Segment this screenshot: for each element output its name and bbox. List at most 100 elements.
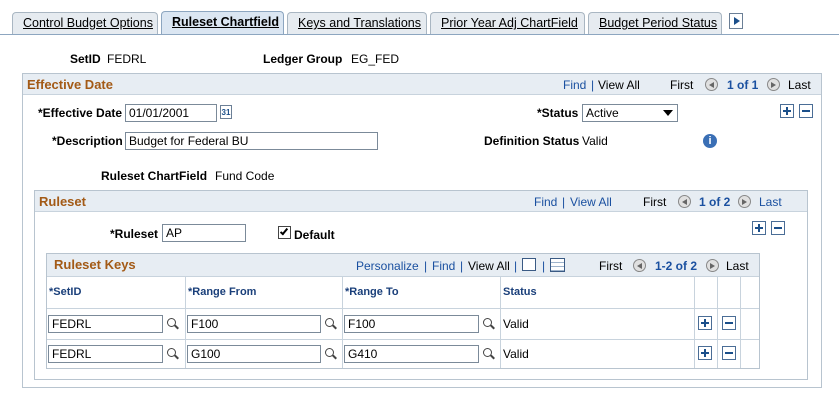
search-icon[interactable]: [166, 347, 180, 361]
nav-separator: |: [424, 259, 428, 273]
ruleset-header: Ruleset Find | View All First 1 of 2 Las…: [35, 191, 807, 212]
tab-prior-year-adj-chartfield[interactable]: Prior Year Adj ChartField: [430, 12, 585, 34]
column-header-range-from: *Range From: [188, 286, 257, 298]
calendar-icon[interactable]: 31: [220, 105, 232, 119]
tab-ruleset-chartfield[interactable]: Ruleset Chartfield: [161, 11, 284, 35]
row1-status: Valid: [503, 317, 529, 331]
column-header-setid: *SetID: [49, 286, 82, 298]
next-arrow-icon[interactable]: [706, 259, 719, 272]
ruleset-keys-last: Last: [726, 259, 749, 273]
ruleset-first: First: [643, 195, 667, 209]
tab-control-budget-options[interactable]: Control Budget Options: [12, 12, 158, 34]
row2-range-to-input[interactable]: G410: [344, 345, 479, 363]
grid-divider: [185, 277, 186, 368]
new-window-icon[interactable]: [522, 258, 536, 271]
prev-arrow-icon[interactable]: [633, 259, 646, 272]
ruleset-view-all-link[interactable]: View All: [570, 195, 612, 209]
tab-scroll-right-icon[interactable]: [729, 13, 743, 29]
row1-setid-input[interactable]: FEDRL: [48, 315, 163, 333]
add-effective-date-button[interactable]: [780, 104, 794, 118]
download-spreadsheet-icon[interactable]: [550, 258, 565, 272]
prev-arrow-icon[interactable]: [678, 195, 691, 208]
row2-setid-input[interactable]: FEDRL: [48, 345, 163, 363]
ruleset-keys-title: Ruleset Keys: [54, 257, 136, 272]
ruleset-last-link[interactable]: Last: [759, 195, 782, 209]
effective-date-input[interactable]: 01/01/2001: [125, 104, 217, 122]
tab-divider: [0, 34, 839, 35]
effective-date-view-all: View All: [598, 78, 640, 92]
grid-divider: [500, 277, 501, 368]
row1-range-to-input[interactable]: F100: [344, 315, 479, 333]
effective-date-range: 1 of 1: [727, 78, 759, 92]
add-ruleset-button[interactable]: [752, 221, 766, 235]
ruleset-chartfield-value: Fund Code: [215, 169, 275, 183]
description-label: *Description: [52, 134, 123, 148]
add-row-button[interactable]: [698, 346, 712, 360]
ruleset-title: Ruleset: [39, 194, 86, 209]
default-checkbox[interactable]: [278, 226, 291, 239]
ruleset-keys-find-link[interactable]: Find: [432, 259, 455, 273]
effective-date-find-link[interactable]: Find: [563, 78, 586, 92]
description-input[interactable]: Budget for Federal BU: [125, 132, 378, 150]
column-header-range-to: *Range To: [345, 286, 399, 298]
ruleset-keys-header: Ruleset Keys Personalize | Find | View A…: [47, 254, 759, 277]
definition-status-value: Valid: [582, 134, 608, 148]
effective-date-header: Effective Date Find | View All First 1 o…: [23, 74, 821, 95]
grid-divider: [740, 277, 741, 368]
search-icon[interactable]: [482, 317, 496, 331]
ruleset-find-link[interactable]: Find: [534, 195, 557, 209]
ledger-group-label: Ledger Group: [263, 52, 343, 66]
nav-separator: |: [460, 259, 464, 273]
chevron-down-icon: [663, 110, 673, 116]
ruleset-range: 1 of 2: [699, 195, 731, 209]
grid-divider: [47, 308, 759, 309]
default-label: Default: [294, 228, 335, 242]
nav-separator: |: [514, 259, 518, 273]
column-header-status: Status: [503, 286, 537, 298]
effective-date-last: Last: [788, 78, 811, 92]
add-row-button[interactable]: [698, 316, 712, 330]
effective-date-title: Effective Date: [27, 77, 113, 92]
ruleset-label: *Ruleset: [110, 227, 159, 241]
row2-range-from-input[interactable]: G100: [187, 345, 321, 363]
row2-status: Valid: [503, 347, 529, 361]
nav-separator: |: [542, 259, 546, 273]
ruleset-chartfield-label: Ruleset ChartField: [101, 169, 208, 183]
grid-divider: [342, 277, 343, 368]
status-label: *Status: [537, 106, 579, 120]
grid-divider: [694, 277, 695, 368]
personalize-link[interactable]: Personalize: [356, 259, 419, 273]
delete-effective-date-button[interactable]: [799, 104, 813, 118]
effective-date-label: *Effective Date: [38, 106, 123, 120]
tab-keys-and-translations[interactable]: Keys and Translations: [287, 12, 427, 34]
tab-budget-period-status[interactable]: Budget Period Status: [588, 12, 722, 34]
delete-row-button[interactable]: [722, 316, 736, 330]
ruleset-keys-range: 1-2 of 2: [655, 259, 698, 273]
row1-range-from-input[interactable]: F100: [187, 315, 321, 333]
prev-arrow-icon[interactable]: [705, 78, 718, 91]
effective-date-first: First: [670, 78, 694, 92]
search-icon[interactable]: [482, 347, 496, 361]
checkmark-icon: [279, 226, 289, 236]
grid-divider: [47, 339, 759, 340]
nav-separator: |: [562, 195, 566, 209]
delete-ruleset-button[interactable]: [771, 221, 785, 235]
grid-divider: [717, 277, 718, 368]
status-select[interactable]: Active: [582, 104, 678, 122]
ruleset-keys-first: First: [599, 259, 623, 273]
search-icon[interactable]: [324, 347, 338, 361]
next-arrow-icon[interactable]: [767, 78, 780, 91]
ruleset-input[interactable]: AP: [162, 224, 246, 242]
search-icon[interactable]: [166, 317, 180, 331]
setid-value: FEDRL: [107, 52, 147, 66]
search-icon[interactable]: [324, 317, 338, 331]
ruleset-keys-view-all: View All: [468, 259, 510, 273]
info-icon[interactable]: i: [703, 134, 717, 148]
ledger-group-value: EG_FED: [351, 52, 400, 66]
status-select-value: Active: [586, 106, 619, 120]
delete-row-button[interactable]: [722, 346, 736, 360]
nav-separator: |: [591, 78, 595, 92]
definition-status-label: Definition Status: [484, 134, 580, 148]
setid-label: SetID: [70, 52, 101, 66]
next-arrow-icon[interactable]: [738, 195, 751, 208]
